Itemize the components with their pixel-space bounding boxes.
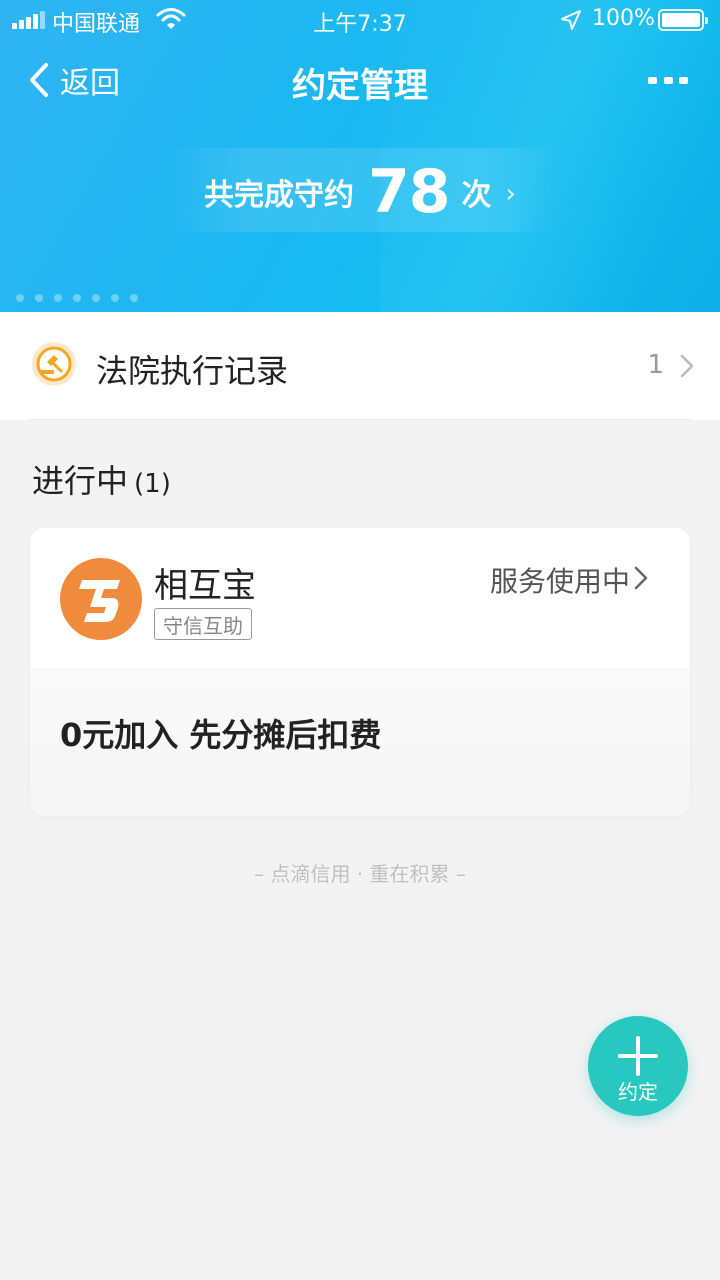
summary-count: 78	[368, 157, 450, 227]
summary-unit: 次	[461, 178, 492, 213]
more-dot-icon	[648, 76, 657, 84]
status-bar: 中国联通 上午7:37 100%	[0, 0, 720, 40]
battery-percent: 100%	[592, 6, 655, 31]
section-title-text: 进行中	[32, 462, 129, 500]
location-arrow-icon	[561, 10, 581, 30]
page-dots	[16, 294, 138, 302]
chevron-right-icon	[634, 566, 648, 590]
summary-prefix: 共完成守约	[204, 178, 355, 213]
more-button[interactable]	[648, 70, 688, 90]
battery-icon	[658, 9, 708, 31]
agreement-status: 服务使用中	[489, 565, 630, 598]
agreement-tag: 守信互助	[154, 608, 252, 640]
footer-note: – 点滴信用 · 重在积累 –	[254, 862, 466, 886]
xianghubao-logo-icon	[60, 558, 142, 640]
add-agreement-label: 约定	[618, 1080, 658, 1104]
court-gavel-icon	[32, 342, 76, 386]
court-record-label: 法院执行记录	[96, 352, 289, 390]
court-record-row[interactable]: 法院执行记录 1	[0, 312, 720, 420]
agreement-name: 相互宝	[154, 566, 256, 606]
completed-count-summary[interactable]: 共完成守约 78 次 ›	[0, 152, 720, 232]
more-dot-icon	[663, 76, 673, 84]
chevron-right-icon: ›	[505, 179, 516, 209]
divider	[30, 419, 690, 420]
section-title: 进行中 (1)	[32, 456, 171, 502]
court-record-count: 1	[647, 350, 664, 380]
chevron-right-icon	[680, 354, 694, 378]
more-dot-icon	[679, 76, 688, 84]
agreement-description: 0元加入 先分摊后扣费	[60, 716, 382, 754]
agreement-card-body: 0元加入 先分摊后扣费	[30, 668, 690, 816]
header: 中国联通 上午7:37 100% 返回 约定管理 共完成守约 78 次 ›	[0, 0, 720, 312]
agreement-card[interactable]: 相互宝 守信互助 服务使用中 0元加入 先分摊后扣费	[30, 528, 690, 816]
section-count: (1)	[134, 469, 171, 499]
add-agreement-button[interactable]: 约定	[588, 1016, 688, 1116]
page-title: 约定管理	[292, 66, 428, 106]
